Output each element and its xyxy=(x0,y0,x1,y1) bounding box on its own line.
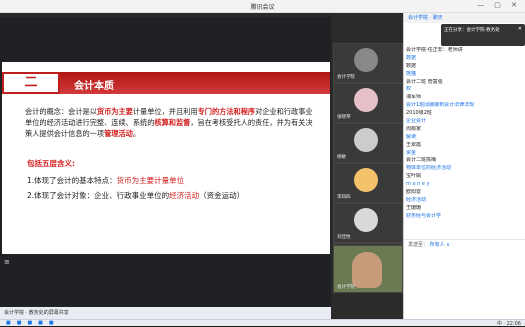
concept-text-2: 计量单位，并且利用 xyxy=(132,107,198,116)
chat-message: 权 xyxy=(406,86,412,93)
participant-camera-tile[interactable]: 会计学院 xyxy=(333,245,403,293)
chat-messages: 会计学院-任正非：老师讲 数据 数据 熊猫 会计二班 管富强 权 湘军师 会计1… xyxy=(406,47,524,221)
participant-tile[interactable]: 杨敏 xyxy=(333,123,403,163)
send-to-bar: 发送至： 所有人 ∨ xyxy=(404,239,525,249)
close-icon[interactable]: ✕ xyxy=(518,26,522,32)
participant-tile[interactable]: 刘佳怡 xyxy=(333,203,403,243)
chat-message: 财务经与会计学 xyxy=(406,212,442,219)
chat-message: 王翠霞 xyxy=(406,141,422,148)
chat-message: 会计二班陈梅 xyxy=(406,157,437,164)
meeting-status-bar: 会计学院 · 教务处的屏幕共享 xyxy=(0,307,331,319)
participant-tile[interactable]: 张晓琴 xyxy=(333,83,403,123)
chat-message: 湘军师 xyxy=(406,94,422,101)
section-title: 会计本质 xyxy=(74,81,114,92)
window-controls[interactable]: — ▢ ✕ xyxy=(477,1,521,9)
chat-message: 周顺家 xyxy=(406,125,422,132)
chat-message: 物体单位的经济活动 xyxy=(406,165,452,172)
chat-message: 欧阳雷 xyxy=(406,189,422,196)
chat-message: 解读 xyxy=(406,133,417,140)
point-1-highlight: 货币为主要计量单位 xyxy=(116,176,185,185)
share-bottom-bar: ≡ xyxy=(0,258,335,266)
participant-tile[interactable]: 李四四 xyxy=(333,163,403,203)
concept-paragraph: 会计的概念：会计是以货币为主要计量单位，并且利用专门的方法和程序对企业和行政事业… xyxy=(25,106,313,139)
point-1-text: 1.体现了会计的基本特点： xyxy=(27,176,117,185)
concept-highlight-1: 货币为主要 xyxy=(96,107,133,116)
avatar xyxy=(354,128,378,152)
system-tray: 中 · 22:06 xyxy=(496,321,521,327)
chat-message: m o n e y xyxy=(406,181,430,188)
send-to-label: 发送至： xyxy=(408,242,429,248)
avatar xyxy=(354,48,378,72)
presentation-slide: 二 会计本质 会计的概念：会计是以货币为主要计量单位，并且利用专门的方法和程序对… xyxy=(2,62,330,254)
concept-highlight-4: 管理活动 xyxy=(104,129,133,138)
window-title: 腾讯会议 xyxy=(250,4,275,11)
chat-message: 数据 xyxy=(406,54,417,61)
point-2-suffix: （资金运动） xyxy=(199,191,245,200)
chat-message: 2010级2班 xyxy=(406,110,432,117)
chat-message: 熊猫 xyxy=(406,70,417,77)
participant-name: 会计学院 xyxy=(337,285,355,290)
chat-message: 企业会计 xyxy=(406,118,427,125)
chat-message: 会计二班 管富强 xyxy=(406,78,443,85)
chat-panel: 会计学院 · 聊天 正在分享：会计学院-教务处 ✕ 会计学院-任正非：老师讲 数… xyxy=(403,13,525,319)
chat-message: 资金 xyxy=(406,149,417,156)
avatar xyxy=(354,88,378,112)
chat-tab[interactable]: 会计学院 · 聊天 xyxy=(404,13,525,23)
avatar xyxy=(354,208,378,232)
chat-input[interactable] xyxy=(404,249,525,319)
participant-tile[interactable]: 会计学院 xyxy=(333,43,403,83)
participant-name: 杨敏 xyxy=(337,155,346,160)
point-2-highlight: 经济活动 xyxy=(169,191,200,200)
taskbar-icons[interactable]: ■■■■■ xyxy=(6,320,60,326)
share-toolbar xyxy=(0,13,331,17)
section-number: 二 xyxy=(2,72,60,94)
chat-message: 数据 xyxy=(406,62,417,69)
meaning-heading: 包括五层含义: xyxy=(27,159,75,168)
participant-name: 张晓琴 xyxy=(337,115,351,120)
chat-message: 宝叶娟 xyxy=(406,173,422,180)
concept-text-1: 会计是以 xyxy=(68,107,97,116)
concept-highlight-2: 专门的方法和程序 xyxy=(197,107,256,116)
chat-message: 王珊珊 xyxy=(406,204,422,211)
participant-name: 刘佳怡 xyxy=(337,235,351,240)
menu-icon[interactable]: ≡ xyxy=(4,258,10,266)
share-notification: 正在分享：会计学院-教务处 ✕ xyxy=(441,24,525,46)
point-2: 2.体现了会计对象：企业、行政事业单位的经济活动（资金运动） xyxy=(27,190,244,201)
share-status-text: 会计学院 · 教务处的屏幕共享 xyxy=(4,310,69,316)
camera-video xyxy=(352,252,382,288)
concept-intro: 会计的概念： xyxy=(25,107,69,116)
participant-name: 会计学院 xyxy=(337,75,355,80)
participant-name: 李四四 xyxy=(337,195,351,200)
participant-thumbnails: 会计学院 张晓琴 杨敏 李四四 刘佳怡 宋立华 会计学院 xyxy=(331,13,403,319)
concept-highlight-3: 核算和监督 xyxy=(154,118,191,127)
chat-message: 会计1班邱娜娜到会计法律法规 xyxy=(406,102,475,109)
avatar xyxy=(354,168,378,192)
chat-message: 会计学院-任正非：老师讲 xyxy=(406,47,463,53)
point-1: 1.体现了会计的基本特点：货币为主要计量单位 xyxy=(27,175,184,186)
concept-text-5: 。 xyxy=(132,129,141,138)
window-titlebar: 腾讯会议 — ▢ ✕ xyxy=(0,0,525,13)
share-notification-text: 正在分享：会计学院-教务处 xyxy=(444,28,500,33)
send-target-dropdown[interactable]: 所有人 ∨ xyxy=(430,242,450,248)
chat-message: 经济活动 xyxy=(406,196,427,203)
point-2-text: 2.体现了会计对象：企业、行政事业单位的 xyxy=(27,191,170,200)
